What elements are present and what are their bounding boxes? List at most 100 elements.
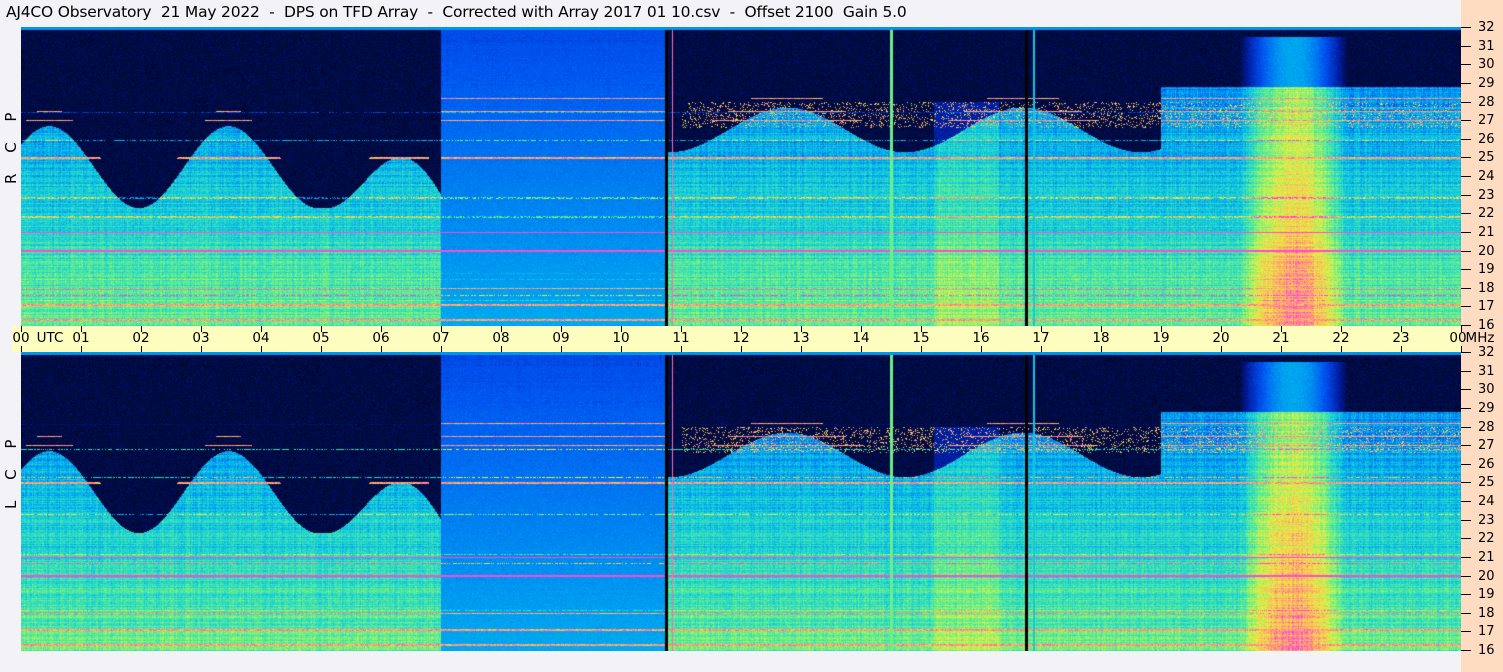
time-tick-label: 13 (792, 330, 810, 346)
time-tick-label: 09 (552, 330, 570, 346)
rcp-spectrogram (21, 27, 1461, 326)
frequency-tick-label: 24 (1478, 169, 1495, 184)
frequency-tick (1461, 64, 1471, 66)
time-tick-label: 02 (132, 330, 150, 346)
time-tick-label: 11 (672, 330, 690, 346)
time-tick-label: 05 (312, 330, 330, 346)
frequency-tick (1461, 538, 1471, 540)
frequency-tick (1461, 482, 1471, 484)
frequency-tick (1461, 45, 1471, 47)
time-tick (381, 346, 382, 352)
frequency-tick-label: 30 (1478, 382, 1495, 398)
frequency-tick-label: 17 (1478, 624, 1495, 640)
time-tick (981, 346, 982, 352)
time-tick (1281, 346, 1282, 352)
frequency-tick-label: 23 (1478, 512, 1495, 528)
frequency-tick-label: 28 (1478, 94, 1495, 110)
time-tick (321, 346, 322, 352)
frequency-tick (1461, 463, 1471, 465)
time-tick-label: 08 (492, 330, 510, 346)
time-tick-label: 00 (12, 330, 30, 346)
frequency-tick-label: 28 (1478, 419, 1495, 435)
utc-label: UTC (36, 330, 64, 346)
frequency-tick-label: 17 (1478, 299, 1495, 315)
time-tick (1341, 346, 1342, 352)
time-tick (1041, 346, 1042, 352)
time-tick (561, 346, 562, 352)
frequency-tick-label: 32 (1478, 345, 1495, 360)
time-tick (141, 346, 142, 352)
time-tick (621, 346, 622, 352)
frequency-tick (1461, 556, 1471, 558)
time-tick-label: 18 (1092, 330, 1110, 346)
time-tick-label: 19 (1152, 330, 1170, 346)
frequency-tick (1461, 519, 1471, 521)
lcp-panel-label: L C P (2, 431, 20, 509)
time-tick-label: 15 (912, 330, 930, 346)
frequency-tick (1461, 426, 1471, 428)
frequency-tick-label: 24 (1478, 494, 1495, 509)
time-tick (1101, 346, 1102, 352)
frequency-tick (1461, 325, 1471, 326)
frequency-tick (1461, 176, 1471, 177)
frequency-tick (1461, 352, 1471, 353)
frequency-tick-label: 18 (1478, 605, 1495, 621)
frequency-tick (1461, 250, 1471, 252)
frequency-tick-label: 29 (1478, 75, 1495, 91)
time-tick (921, 346, 922, 352)
time-tick (861, 346, 862, 352)
time-tick-label: 16 (972, 330, 990, 346)
frequency-tick-label: 18 (1478, 280, 1495, 296)
frequency-tick-label: 19 (1478, 262, 1495, 278)
frequency-tick (1461, 650, 1471, 651)
frequency-tick-label: 26 (1478, 131, 1495, 147)
time-tick-label: 06 (372, 330, 390, 346)
frequency-tick-label: 16 (1478, 643, 1495, 658)
time-tick (501, 346, 502, 352)
time-tick-label: 04 (252, 330, 270, 346)
time-tick (441, 346, 442, 352)
frequency-tick-label: 20 (1478, 243, 1495, 259)
frequency-tick (1461, 370, 1471, 372)
frequency-tick-label: 22 (1478, 206, 1495, 222)
frequency-tick (1461, 27, 1471, 28)
time-tick-label: 00 (1449, 330, 1467, 346)
frequency-tick (1461, 594, 1471, 596)
frequency-tick-label: 25 (1478, 475, 1495, 491)
frequency-tick-label: 32 (1478, 20, 1495, 35)
frequency-tick-label: 23 (1478, 187, 1495, 203)
time-tick-label: 03 (192, 330, 210, 346)
frequency-tick (1461, 389, 1471, 391)
frequency-tick (1461, 120, 1471, 122)
frequency-tick (1461, 407, 1471, 409)
time-tick-label: 12 (732, 330, 750, 346)
frequency-tick (1461, 287, 1471, 289)
frequency-tick (1461, 231, 1471, 233)
frequency-tick (1461, 575, 1471, 577)
time-tick-label: 23 (1392, 330, 1410, 346)
frequency-tick-label: 21 (1478, 224, 1495, 240)
time-tick (21, 346, 22, 352)
time-tick (1401, 346, 1402, 352)
rcp-panel-label: R C P (2, 104, 20, 184)
time-tick (1161, 346, 1162, 352)
frequency-tick (1461, 612, 1471, 614)
frequency-tick-label: 22 (1478, 531, 1495, 547)
time-tick (741, 346, 742, 352)
frequency-tick (1461, 269, 1471, 271)
time-tick (801, 346, 802, 352)
time-tick-label: 14 (852, 330, 870, 346)
frequency-tick-label: 27 (1478, 438, 1495, 454)
time-tick-label: 20 (1212, 330, 1230, 346)
time-tick-label: 21 (1272, 330, 1290, 346)
page-title: AJ4CO Observatory 21 May 2022 - DPS on T… (6, 3, 907, 21)
time-tick-label: 10 (612, 330, 630, 346)
mhz-label: MHz (1465, 330, 1495, 346)
frequency-tick-label: 27 (1478, 113, 1495, 129)
frequency-tick-label: 31 (1478, 363, 1495, 379)
time-tick (681, 346, 682, 352)
time-tick-label: 17 (1032, 330, 1050, 346)
frequency-tick-label: 30 (1478, 57, 1495, 73)
frequency-tick-label: 19 (1478, 587, 1495, 603)
time-tick-label: 01 (72, 330, 90, 346)
